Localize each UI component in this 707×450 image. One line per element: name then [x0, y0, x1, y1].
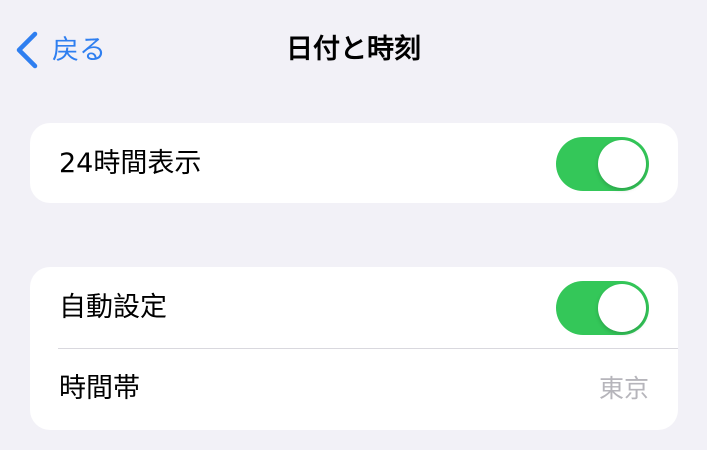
toggle-24-hour-time[interactable] — [556, 137, 649, 191]
toggle-knob — [598, 284, 646, 332]
navigation-bar: 戻る 日付と時刻 — [0, 0, 707, 100]
row-24-hour-time: 24時間表示 — [30, 123, 678, 203]
row-label-24-hour-time: 24時間表示 — [59, 147, 202, 179]
page-title: 日付と時刻 — [286, 34, 421, 65]
row-label-time-zone: 時間帯 — [59, 372, 140, 404]
settings-group-display: 24時間表示 — [30, 123, 678, 203]
toggle-auto-set[interactable] — [556, 281, 649, 335]
time-zone-value: 東京 — [598, 373, 649, 403]
settings-group-time: 自動設定 時間帯 東京 — [30, 267, 678, 430]
row-auto-set: 自動設定 — [30, 267, 678, 347]
toggle-knob — [598, 140, 646, 188]
row-label-auto-set: 自動設定 — [59, 291, 167, 323]
row-time-zone[interactable]: 時間帯 東京 — [30, 347, 678, 429]
